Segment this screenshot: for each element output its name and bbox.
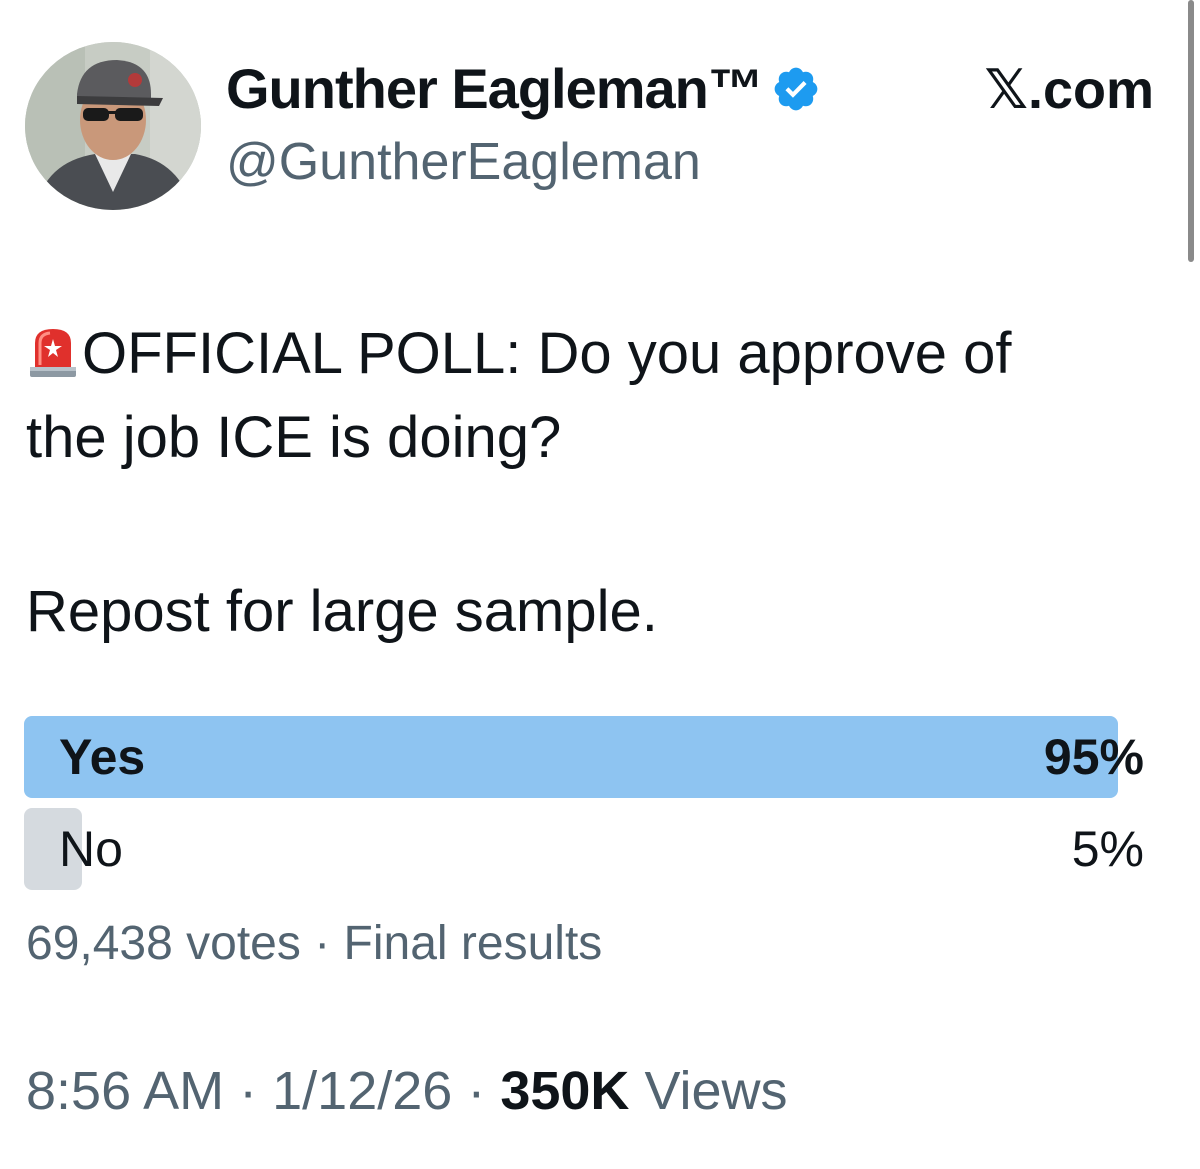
- avatar-photo: [25, 42, 201, 210]
- tweet-line: OFFICIAL POLL: Do you approve of: [26, 312, 1166, 396]
- x-com-link[interactable]: 𝕏.com: [984, 58, 1154, 121]
- poll-option-yes[interactable]: Yes 95%: [24, 716, 1144, 798]
- verified-badge-icon: [774, 67, 818, 110]
- poll-status: Final results: [343, 917, 603, 970]
- poll-meta: 69,438 votes · Final results: [26, 916, 602, 971]
- tweet-date[interactable]: 1/12/26: [272, 1061, 452, 1121]
- tweet-time[interactable]: 8:56 AM: [26, 1061, 224, 1121]
- tweet-text: OFFICIAL POLL: Do you approve of the job…: [26, 312, 1166, 654]
- poll-option-label: No: [59, 821, 123, 877]
- tweet-timestamp: 8:56 AM · 1/12/26 · 350K Views: [26, 1060, 788, 1122]
- author-handle[interactable]: @GuntherEagleman: [226, 132, 701, 192]
- tweet-line-1: OFFICIAL POLL: Do you approve of: [82, 321, 1012, 386]
- poll-option-no[interactable]: No 5%: [24, 808, 1144, 890]
- scrollbar[interactable]: [1188, 0, 1194, 262]
- views-label: Views: [644, 1061, 788, 1121]
- poll-option-label: Yes: [59, 729, 146, 785]
- tweet-line-2: the job ICE is doing?: [26, 405, 562, 470]
- separator: ·: [239, 1061, 258, 1121]
- poll-votes: 69,438 votes: [26, 917, 301, 970]
- poll-option-percent: 5%: [1071, 821, 1144, 877]
- views-count[interactable]: 350K: [500, 1061, 629, 1121]
- tweet-line-3: Repost for large sample.: [26, 579, 658, 644]
- poll-bar-yes: [24, 716, 1118, 798]
- poll-option-percent: 95%: [1043, 729, 1144, 785]
- separator: ·: [467, 1061, 486, 1121]
- rotating-light-icon: [30, 329, 76, 377]
- separator: ·: [314, 917, 331, 970]
- author-name-row[interactable]: Gunther Eagleman™: [226, 56, 821, 121]
- author-display-name[interactable]: Gunther Eagleman™: [226, 56, 764, 121]
- avatar[interactable]: [25, 42, 201, 210]
- poll: Yes 95% No 5%: [24, 716, 1144, 900]
